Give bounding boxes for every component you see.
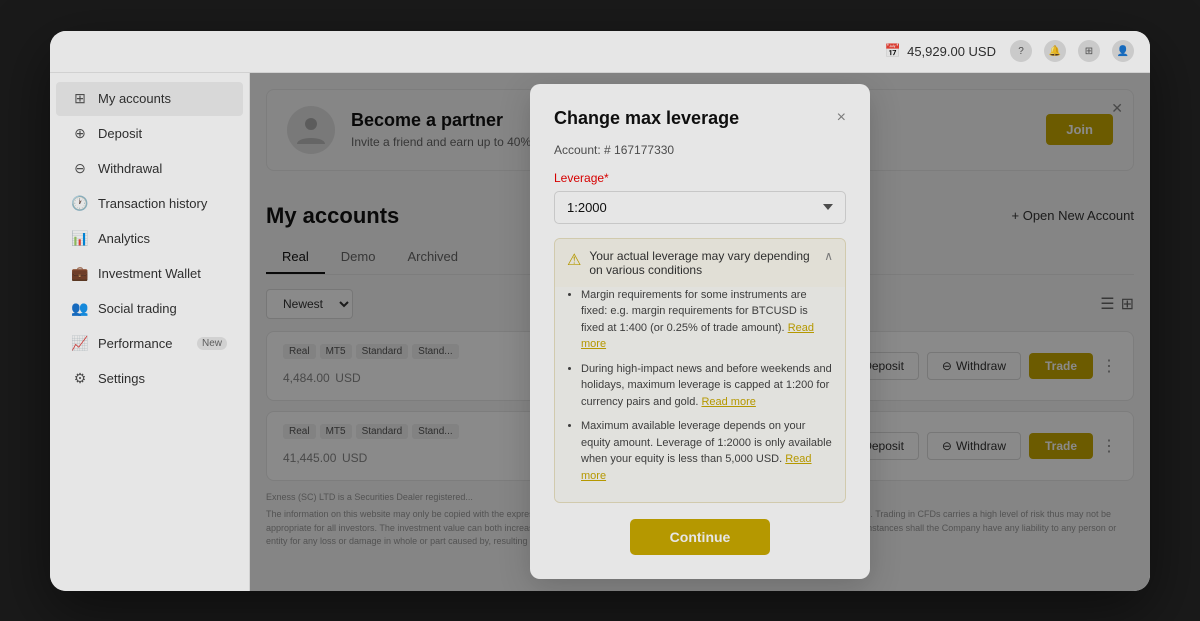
analytics-icon: 📊 [72, 231, 88, 247]
content-area: Become a partner Invite a friend and ear… [250, 73, 1150, 591]
sidebar-item-social-trading[interactable]: 👥 Social trading [56, 292, 243, 326]
modal-header: Change max leverage × [554, 108, 846, 129]
balance-value: 45,929.00 USD [907, 44, 996, 59]
performance-badge: New [197, 337, 227, 350]
wallet-icon: 💼 [72, 266, 88, 282]
read-more-link-2[interactable]: Read more [701, 396, 755, 408]
deposit-icon: ⊕ [72, 126, 88, 142]
social-icon: 👥 [72, 301, 88, 317]
sidebar-item-transaction-history[interactable]: 🕐 Transaction history [56, 187, 243, 221]
history-icon: 🕐 [72, 196, 88, 212]
sidebar-label-analytics: Analytics [98, 231, 150, 246]
sidebar-label-social: Social trading [98, 301, 177, 316]
leverage-warning-box: ⚠ Your actual leverage may vary dependin… [554, 238, 846, 504]
warning-item-1: Margin requirements for some instruments… [581, 287, 833, 353]
modal-footer: Continue [554, 519, 846, 555]
top-bar: 📅 45,929.00 USD ? 🔔 ⊞ 👤 [50, 31, 1150, 73]
withdrawal-icon: ⊖ [72, 161, 88, 177]
sidebar-item-deposit[interactable]: ⊕ Deposit [56, 117, 243, 151]
modal-overlay[interactable]: Change max leverage × Account: # 1671773… [250, 73, 1150, 591]
sidebar-label-my-accounts: My accounts [98, 91, 171, 106]
calendar-icon: 📅 [885, 43, 901, 59]
leverage-field-label: Leverage* [554, 171, 846, 185]
leverage-required-star: * [604, 171, 609, 185]
sidebar: ⊞ My accounts ⊕ Deposit ⊖ Withdrawal 🕐 T… [50, 73, 250, 591]
sidebar-item-my-accounts[interactable]: ⊞ My accounts [56, 82, 243, 116]
grid-icon[interactable]: ⊞ [1078, 40, 1100, 62]
modal-title: Change max leverage [554, 108, 739, 129]
sidebar-item-withdrawal[interactable]: ⊖ Withdrawal [56, 152, 243, 186]
top-bar-icons: ? 🔔 ⊞ 👤 [1010, 40, 1134, 62]
sidebar-item-investment-wallet[interactable]: 💼 Investment Wallet [56, 257, 243, 291]
read-more-link-3[interactable]: Read more [581, 453, 812, 482]
warning-header-text: Your actual leverage may vary depending … [589, 249, 816, 277]
sidebar-label-wallet: Investment Wallet [98, 266, 201, 281]
help-icon[interactable]: ? [1010, 40, 1032, 62]
sidebar-label-deposit: Deposit [98, 126, 142, 141]
warning-item-2: During high-impact news and before weeke… [581, 361, 833, 411]
sidebar-label-settings: Settings [98, 371, 145, 386]
performance-icon: 📈 [72, 336, 88, 352]
warning-header: ⚠ Your actual leverage may vary dependin… [555, 239, 845, 287]
sidebar-label-performance: Performance [98, 336, 172, 351]
warning-collapse-icon[interactable]: ∧ [824, 249, 833, 263]
settings-icon: ⚙ [72, 371, 88, 387]
sidebar-label-history: Transaction history [98, 196, 207, 211]
warning-triangle-icon: ⚠ [567, 250, 581, 270]
sidebar-label-withdrawal: Withdrawal [98, 161, 162, 176]
read-more-link-1[interactable]: Read more [581, 322, 814, 351]
warning-item-3: Maximum available leverage depends on yo… [581, 418, 833, 484]
modal-close-button[interactable]: × [837, 109, 846, 127]
balance-display: 📅 45,929.00 USD [885, 43, 996, 59]
warning-body: Margin requirements for some instruments… [555, 287, 845, 503]
continue-button[interactable]: Continue [630, 519, 771, 555]
modal-account-number: Account: # 167177330 [554, 143, 846, 157]
change-leverage-modal: Change max leverage × Account: # 1671773… [530, 84, 870, 580]
sidebar-item-settings[interactable]: ⚙ Settings [56, 362, 243, 396]
sidebar-item-analytics[interactable]: 📊 Analytics [56, 222, 243, 256]
my-accounts-icon: ⊞ [72, 91, 88, 107]
sidebar-item-performance[interactable]: 📈 Performance New [56, 327, 243, 361]
avatar-icon[interactable]: 👤 [1112, 40, 1134, 62]
leverage-select[interactable]: 1:2000 1:1000 1:500 1:200 1:100 1:50 [554, 191, 846, 224]
bell-icon[interactable]: 🔔 [1044, 40, 1066, 62]
